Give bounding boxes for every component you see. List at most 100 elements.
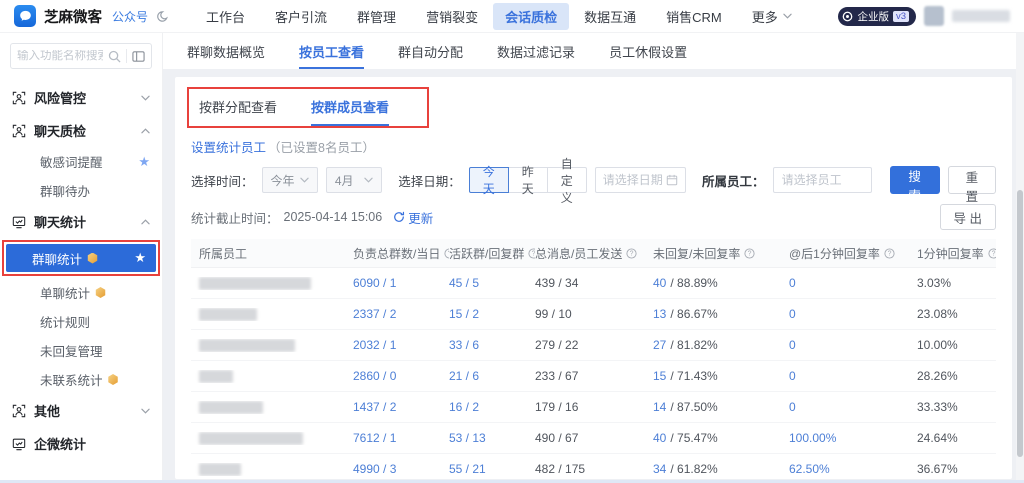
reset-button[interactable]: 重 置 [948, 166, 996, 194]
date-input[interactable] [603, 173, 666, 187]
tab-view-by-staff[interactable]: 按员工查看 [299, 33, 364, 69]
nav-item-workbench[interactable]: 工作台 [191, 3, 260, 30]
sidebar-group-wecom-stats[interactable]: 企微统计 [0, 427, 162, 460]
at-reply-rate-link[interactable]: 0 [789, 276, 796, 290]
refresh-link[interactable]: 更新 [393, 208, 433, 227]
chat-stats-icon [12, 215, 26, 229]
info-icon[interactable]: ? [528, 248, 535, 259]
star-icon[interactable]: ★ [138, 154, 150, 170]
sidebar-group-chat-stats[interactable]: 聊天统计 [0, 205, 162, 238]
date-quick-button-2[interactable]: 自定义 [547, 167, 587, 193]
cell-staff-name [191, 463, 353, 476]
export-button[interactable]: 导 出 [940, 204, 996, 230]
month-select[interactable]: 4月 [326, 167, 382, 193]
nav-item-sales-crm[interactable]: 销售CRM [651, 3, 737, 30]
vertical-scrollbar-track[interactable] [1016, 33, 1024, 483]
sidebar-group-chat-qc[interactable]: 聊天质检 [0, 114, 162, 147]
info-icon[interactable]: ? [988, 248, 996, 259]
nav-item-group-management[interactable]: 群管理 [342, 3, 411, 30]
column-header-label: 负责总群数/当日 [353, 245, 440, 262]
info-icon[interactable]: ? [626, 248, 637, 259]
set-staff-link[interactable]: 设置统计员工 [191, 137, 266, 156]
unreplied-link[interactable]: 14 [653, 400, 666, 414]
active-reply-link[interactable]: 53 / 13 [449, 431, 486, 445]
nav-item-customer-acquisition[interactable]: 客户引流 [260, 3, 342, 30]
sidebar-group-others[interactable]: 其他 [0, 394, 162, 427]
column-header-label: 1分钟回复率 [917, 245, 984, 262]
sidebar-item-unreplied-management[interactable]: 未回复管理 [0, 336, 162, 365]
dark-mode-icon[interactable] [156, 10, 169, 23]
tab-group-auto-assign[interactable]: 群自动分配 [398, 33, 463, 69]
subtab-view-by-group-member[interactable]: 按群成员查看 [311, 97, 389, 126]
info-icon[interactable]: ? [884, 248, 895, 259]
sidebar-item-sensitive-words[interactable]: 敏感词提醒★ [0, 147, 162, 176]
at-reply-rate-link[interactable]: 0 [789, 400, 796, 414]
date-quick-button-0[interactable]: 今天 [469, 167, 509, 193]
nav-item-conversation-qc[interactable]: 会话质检 [493, 3, 569, 30]
unreplied-link[interactable]: 13 [653, 307, 666, 321]
sidebar-item-single-chat-stats[interactable]: 单聊统计 [0, 278, 162, 307]
sidebar-search[interactable] [10, 43, 152, 69]
groups-total-link[interactable]: 6090 / 1 [353, 276, 396, 290]
at-reply-rate-link[interactable]: 0 [789, 338, 796, 352]
groups-total-link[interactable]: 1437 / 2 [353, 400, 396, 414]
nav-item-marketing-fission[interactable]: 营销裂变 [411, 3, 493, 30]
nav-item-data-interop[interactable]: 数据互通 [569, 3, 651, 30]
active-reply-link[interactable]: 33 / 6 [449, 338, 479, 352]
avatar[interactable] [924, 6, 944, 26]
column-header-label: 所属员工 [199, 245, 247, 262]
unreplied-link[interactable]: 27 [653, 338, 666, 352]
active-reply-link[interactable]: 55 / 21 [449, 462, 486, 476]
main-nav: 工作台客户引流群管理营销裂变会话质检数据互通销售CRM更多 [191, 3, 807, 30]
active-reply-link[interactable]: 15 / 2 [449, 307, 479, 321]
at-reply-rate-link[interactable]: 0 [789, 307, 796, 321]
tab-group-data-overview[interactable]: 群聊数据概览 [187, 33, 265, 69]
groups-total-link[interactable]: 4990 / 3 [353, 462, 396, 476]
staff-select[interactable] [773, 167, 872, 193]
date-quick-button-1[interactable]: 昨天 [508, 167, 548, 193]
official-account-link[interactable]: 公众号 [112, 8, 148, 25]
year-select[interactable]: 今年 [262, 167, 318, 193]
active-reply-link[interactable]: 16 / 2 [449, 400, 479, 414]
unreplied-link[interactable]: 40 [653, 276, 666, 290]
sidebar-item-uncontacted-stats[interactable]: 未联系统计 [0, 365, 162, 394]
sidebar-item-group-todo[interactable]: 群聊待办 [0, 176, 162, 205]
groups-total-link[interactable]: 2860 / 0 [353, 369, 396, 383]
at-reply-rate-link[interactable]: 100.00% [789, 431, 836, 445]
at-reply-rate-link[interactable]: 0 [789, 369, 796, 383]
at-reply-rate-link[interactable]: 62.50% [789, 462, 830, 476]
search-icon[interactable] [108, 50, 121, 63]
staff-input[interactable] [782, 173, 863, 187]
tab-staff-leave-settings[interactable]: 员工休假设置 [609, 33, 687, 69]
tab-data-filter-records[interactable]: 数据过滤记录 [497, 33, 575, 69]
unreplied-link[interactable]: 15 [653, 369, 666, 383]
collapse-sidebar-icon[interactable] [132, 50, 145, 63]
sidebar-item-group-chat-stats[interactable]: 群聊统计★ [6, 244, 156, 272]
chevron-up-icon [141, 219, 150, 225]
chat-stats-icon [12, 437, 26, 451]
groups-total-link[interactable]: 2032 / 1 [353, 338, 396, 352]
star-icon[interactable]: ★ [134, 250, 146, 266]
plan-badge-icon [842, 11, 853, 22]
info-icon[interactable]: ? [744, 248, 755, 259]
app-title: 芝麻微客 [44, 6, 102, 27]
user-name-redacted[interactable] [952, 10, 1010, 22]
search-input[interactable] [17, 50, 103, 62]
nav-item-more[interactable]: 更多 [737, 3, 807, 30]
subtab-view-by-group-assign[interactable]: 按群分配查看 [199, 97, 277, 126]
groups-total-link[interactable]: 7612 / 1 [353, 431, 396, 445]
vertical-scrollbar-thumb[interactable] [1017, 190, 1023, 457]
one-min-rate-value: 24.64% [917, 431, 958, 445]
unreplied-link[interactable]: 40 [653, 431, 666, 445]
sidebar-item-stats-rules[interactable]: 统计规则 [0, 307, 162, 336]
date-picker[interactable] [595, 167, 686, 193]
sidebar-group-risk-control[interactable]: 风险管控 [0, 81, 162, 114]
groups-total-link[interactable]: 2337 / 2 [353, 307, 396, 321]
unreplied-link[interactable]: 34 [653, 462, 666, 476]
sidebar-item-label: 未联系统计 [40, 370, 103, 389]
search-button[interactable]: 搜 索 [890, 166, 940, 194]
active-reply-link[interactable]: 45 / 5 [449, 276, 479, 290]
active-reply-link[interactable]: 21 / 6 [449, 369, 479, 383]
column-header-7: 1分钟回复率? [917, 245, 996, 262]
table-row: 2860 / 021 / 6233 / 6715 / 71.43%028.26% [191, 361, 996, 392]
